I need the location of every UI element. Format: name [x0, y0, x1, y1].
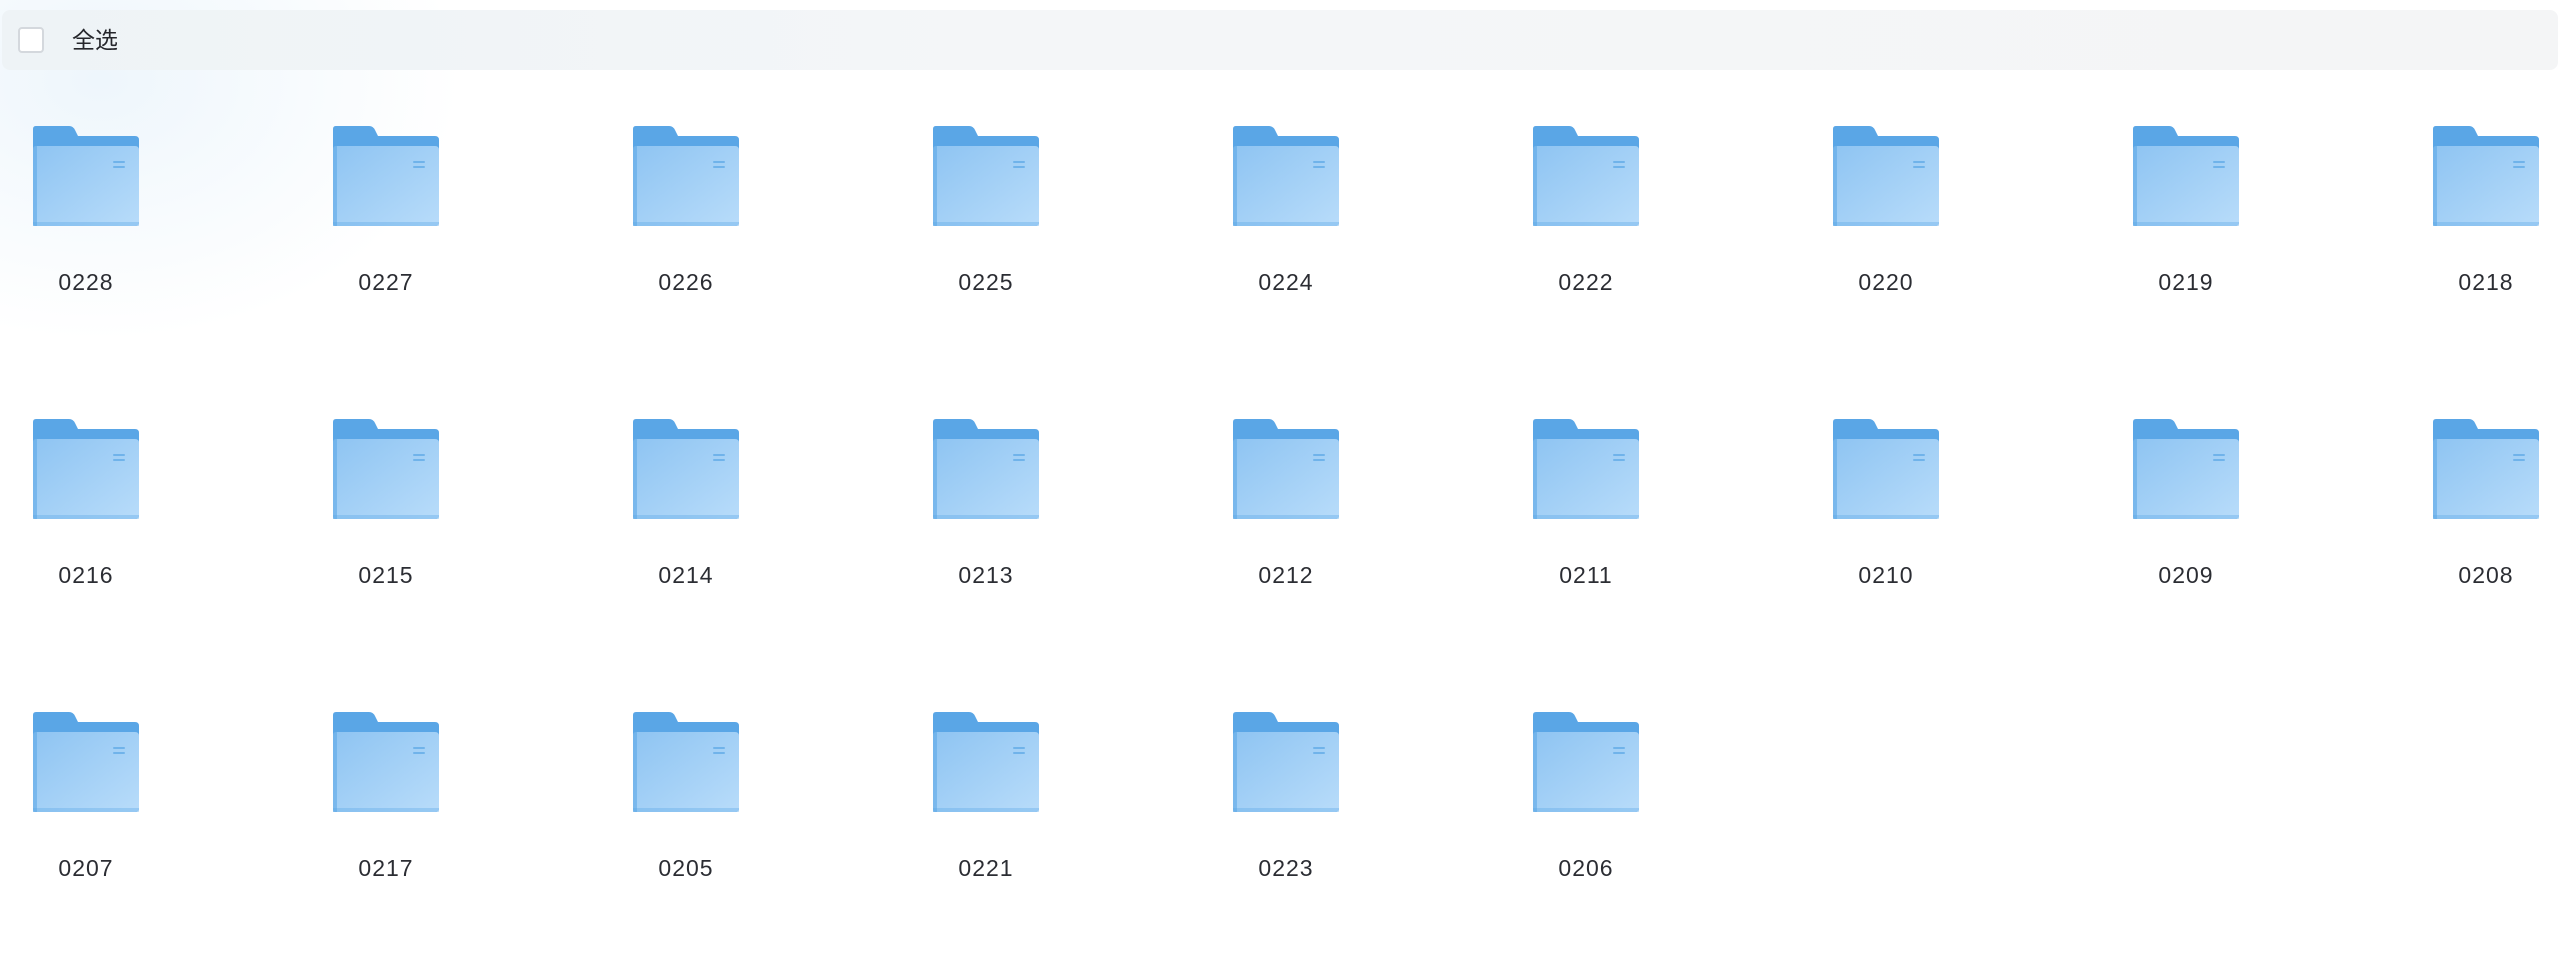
folder-icon: [2133, 126, 2239, 226]
folder-item[interactable]: 0207: [0, 656, 180, 916]
folder-name: 0208: [2458, 562, 2514, 588]
folder-name: 0220: [1858, 269, 1914, 295]
folder-name: 0212: [1258, 562, 1314, 588]
folder-item[interactable]: 0221: [900, 656, 1080, 916]
folder-icon: [333, 126, 439, 226]
folder-icon: [633, 712, 739, 812]
folder-name: 0225: [958, 269, 1014, 295]
folder-icon: [633, 126, 739, 226]
folder-icon: [933, 419, 1039, 519]
folder-name: 0221: [958, 855, 1014, 881]
folder-item[interactable]: 0223: [1200, 656, 1380, 916]
folder-item[interactable]: 0218: [2400, 70, 2560, 330]
folder-item[interactable]: 0227: [300, 70, 480, 330]
folder-icon: [1533, 419, 1639, 519]
folder-icon: [1533, 126, 1639, 226]
select-all-label[interactable]: 全选: [72, 10, 118, 70]
folder-icon: [633, 419, 739, 519]
folder-item[interactable]: 0220: [1800, 70, 1980, 330]
folder-icon: [333, 419, 439, 519]
folder-name: 0224: [1258, 269, 1314, 295]
folder-name: 0215: [358, 562, 414, 588]
folder-item[interactable]: 0216: [0, 363, 180, 623]
folder-icon: [1533, 712, 1639, 812]
folder-name: 0207: [58, 855, 114, 881]
folder-item[interactable]: 0217: [300, 656, 480, 916]
folder-name: 0205: [658, 855, 714, 881]
folder-icon: [33, 126, 139, 226]
folder-icon: [33, 419, 139, 519]
folder-name: 0228: [58, 269, 114, 295]
folder-item[interactable]: 0209: [2100, 363, 2280, 623]
folder-item[interactable]: 0213: [900, 363, 1080, 623]
folder-icon: [2133, 419, 2239, 519]
folder-icon: [1833, 419, 1939, 519]
folder-item[interactable]: 0225: [900, 70, 1080, 330]
folder-icon: [33, 712, 139, 812]
folder-name: 0219: [2158, 269, 2214, 295]
select-all-bar: 全选: [2, 10, 2558, 70]
folder-item[interactable]: 0211: [1500, 363, 1680, 623]
folder-name: 0206: [1558, 855, 1614, 881]
folder-name: 0211: [1559, 562, 1613, 588]
folder-item[interactable]: 0210: [1800, 363, 1980, 623]
folder-icon: [1833, 126, 1939, 226]
folder-item[interactable]: 0206: [1500, 656, 1680, 916]
folder-name: 0216: [58, 562, 114, 588]
folder-item[interactable]: 0222: [1500, 70, 1680, 330]
folder-item[interactable]: 0226: [600, 70, 780, 330]
folder-icon: [333, 712, 439, 812]
folder-name: 0210: [1858, 562, 1914, 588]
folder-item[interactable]: 0208: [2400, 363, 2560, 623]
folder-name: 0218: [2458, 269, 2514, 295]
folder-name: 0213: [958, 562, 1014, 588]
folder-icon: [933, 126, 1039, 226]
folder-item[interactable]: 0228: [0, 70, 180, 330]
folder-icon: [933, 712, 1039, 812]
folder-icon: [2433, 419, 2539, 519]
folder-item[interactable]: 0219: [2100, 70, 2280, 330]
folder-name: 0227: [358, 269, 414, 295]
folder-icon: [1233, 419, 1339, 519]
select-all-checkbox[interactable]: [18, 27, 44, 53]
folder-item[interactable]: 0214: [600, 363, 780, 623]
folder-item[interactable]: 0212: [1200, 363, 1380, 623]
folder-name: 0214: [658, 562, 714, 588]
folder-item[interactable]: 0224: [1200, 70, 1380, 330]
folder-icon: [1233, 126, 1339, 226]
folder-name: 0209: [2158, 562, 2214, 588]
folder-item[interactable]: 0205: [600, 656, 780, 916]
folder-icon: [2433, 126, 2539, 226]
folder-name: 0217: [358, 855, 414, 881]
folder-name: 0226: [658, 269, 714, 295]
folder-name: 0222: [1558, 269, 1614, 295]
folder-browser: 全选 0228 0227 0226 0225 0224 0222 0220 0219 0218 0…: [0, 0, 2560, 974]
folder-icon: [1233, 712, 1339, 812]
folder-name: 0223: [1258, 855, 1314, 881]
folder-item[interactable]: 0215: [300, 363, 480, 623]
